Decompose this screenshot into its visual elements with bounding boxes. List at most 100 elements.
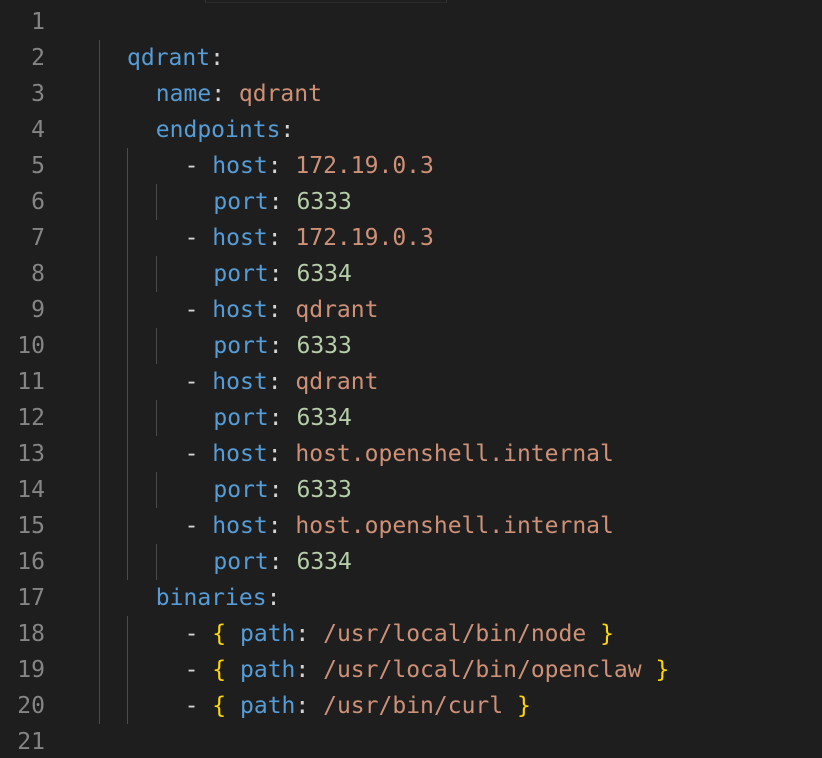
line-number: 1 (31, 9, 45, 35)
token-num: 6334 (296, 549, 352, 575)
code-line[interactable]: 14 port: 6333 (0, 472, 822, 508)
token-str: /usr/bin/curl (323, 693, 504, 719)
token-key: port (213, 477, 269, 503)
code-editor[interactable]: 1 2 qdrant: 3 name: qdrant 4 endpoints: 5- host… (0, 0, 822, 758)
tab-bar-edge (205, 0, 447, 3)
token-pun: : (267, 513, 296, 539)
token-pun: : (268, 405, 297, 431)
line-number: 13 (17, 441, 45, 467)
token-pun (503, 693, 517, 719)
line-code: port: 6334 (213, 256, 351, 292)
token-num: 6333 (296, 333, 352, 359)
code-line[interactable]: 3 name: qdrant (0, 76, 822, 112)
token-brace: } (600, 621, 614, 647)
token-str: /usr/local/bin/node (323, 621, 587, 647)
token-pun: - (184, 513, 213, 539)
line-number: 11 (17, 369, 45, 395)
line-number: 16 (17, 549, 45, 575)
token-key: endpoints (155, 117, 281, 143)
token-pun: - (184, 153, 213, 179)
token-pun: - (184, 621, 213, 647)
token-pun: : (267, 225, 296, 251)
token-key: path (240, 621, 296, 647)
line-code: - { path: /usr/local/bin/openclaw } (185, 652, 670, 688)
code-line[interactable]: 17 binaries: (0, 580, 822, 616)
token-key: host (212, 225, 268, 251)
token-pun: : (266, 585, 281, 611)
line-code: - host: qdrant (185, 292, 379, 328)
line-code: endpoints: (156, 112, 294, 148)
code-line[interactable]: 9 - host: qdrant (0, 292, 822, 328)
line-number: 10 (17, 333, 45, 359)
line-code: - { path: /usr/bin/curl } (185, 688, 531, 724)
token-num: 6334 (296, 405, 352, 431)
token-pun: : (268, 189, 297, 215)
token-pun: : (268, 333, 297, 359)
token-key: port (213, 261, 269, 287)
token-key: qdrant (127, 45, 211, 71)
line-number: 8 (31, 261, 45, 287)
code-line[interactable]: 4 endpoints: (0, 112, 822, 148)
line-code: port: 6334 (213, 544, 351, 580)
line-number: 21 (17, 729, 45, 755)
token-pun: : (210, 45, 224, 71)
token-pun: : (211, 81, 239, 107)
line-code: port: 6333 (213, 328, 351, 364)
code-line[interactable]: 11 - host: qdrant (0, 364, 822, 400)
token-pun: : (268, 477, 297, 503)
code-line[interactable]: 20 - { path: /usr/bin/curl } (0, 688, 822, 724)
token-pun: : (267, 369, 296, 395)
line-number: 4 (31, 117, 45, 143)
code-line[interactable]: 7 - host: 172.19.0.3 (0, 220, 822, 256)
token-pun: : (295, 657, 324, 683)
code-line[interactable]: 10 port: 6333 (0, 328, 822, 364)
token-pun: - (184, 441, 213, 467)
token-num: 6333 (296, 477, 352, 503)
token-pun: : (267, 297, 296, 323)
token-pun (226, 657, 240, 683)
line-number: 2 (31, 45, 45, 71)
token-key: path (240, 657, 296, 683)
code-line[interactable]: 1 (0, 4, 822, 40)
token-key: host (212, 441, 268, 467)
token-str: host.openshell.internal (295, 441, 614, 467)
token-pun: : (267, 441, 296, 467)
token-key: port (213, 333, 269, 359)
line-code: qdrant: (127, 40, 224, 76)
token-pun: : (267, 153, 296, 179)
line-number: 5 (31, 153, 45, 179)
line-number: 6 (31, 189, 45, 215)
token-pun: - (184, 693, 213, 719)
code-line[interactable]: 12 port: 6334 (0, 400, 822, 436)
token-brace: { (212, 657, 227, 683)
code-line[interactable]: 2 qdrant: (0, 40, 822, 76)
token-pun (226, 693, 240, 719)
code-line[interactable]: 18 - { path: /usr/local/bin/node } (0, 616, 822, 652)
line-number: 20 (17, 693, 45, 719)
token-pun (586, 621, 600, 647)
token-pun: : (268, 261, 297, 287)
line-code: port: 6334 (213, 400, 351, 436)
code-line[interactable]: 6 port: 6333 (0, 184, 822, 220)
code-line[interactable]: 21 (0, 724, 822, 758)
line-number: 3 (31, 81, 45, 107)
code-line[interactable]: 15 - host: host.openshell.internal (0, 508, 822, 544)
line-number: 7 (31, 225, 45, 251)
token-pun: : (295, 693, 324, 719)
token-key: port (213, 549, 269, 575)
code-line[interactable]: 16 port: 6334 (0, 544, 822, 580)
token-key: path (240, 693, 296, 719)
code-line[interactable]: 19 - { path: /usr/local/bin/openclaw } (0, 652, 822, 688)
code-line[interactable]: 13 - host: host.openshell.internal (0, 436, 822, 472)
token-key: host (212, 297, 268, 323)
line-number: 14 (17, 477, 45, 503)
token-str: 172.19.0.3 (295, 225, 434, 251)
token-brace: } (655, 657, 670, 683)
token-str: qdrant (295, 297, 379, 323)
line-number: 18 (17, 621, 45, 647)
code-line[interactable]: 5 - host: 172.19.0.3 (0, 148, 822, 184)
token-pun: : (268, 549, 297, 575)
line-code: - host: qdrant (185, 364, 379, 400)
token-brace: { (212, 693, 227, 719)
code-line[interactable]: 8 port: 6334 (0, 256, 822, 292)
